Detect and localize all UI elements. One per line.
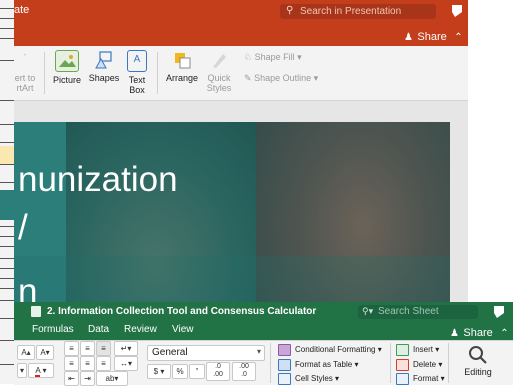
share-button[interactable]: ♟ Share ⌃ [404,27,464,43]
powerpoint-tab-bar: ♟ Share ⌃ [14,24,468,46]
slide-title-line1[interactable]: nunization [18,160,178,200]
text-box-icon: A [127,50,147,72]
shape-outline-button[interactable]: ✎ Shape Outline ▾ [244,73,318,84]
shapes-button[interactable]: Shapes [87,50,121,83]
excel-titlebar: 2. Information Collection Tool and Conse… [14,302,513,322]
excel-search-box[interactable]: ⚲▾ Search Sheet [358,305,478,319]
excel-ribbon: A▴ A▾ ▾ A ▾ ≡ ≡ ≡ ↵▾ ≡ ≡ ≡ ↔▾ ⇤ ⇥ ab▾ Ge… [14,340,513,386]
ribbon-divider [44,52,45,94]
tab-formulas[interactable]: Formulas [32,324,74,335]
arrange-icon [171,50,193,70]
quick-styles-button[interactable]: Quick Styles [204,50,234,93]
wrap-text-button[interactable]: ↵▾ [114,341,138,356]
decrease-decimal-button[interactable]: .00 .0 [232,362,256,381]
format-as-table-button[interactable]: Format as Table ▾ [278,359,358,371]
conditional-formatting-icon [278,344,291,356]
font-color-icon: A [35,366,41,377]
format-cells-button[interactable]: Format ▾ [396,373,445,385]
editing-button[interactable]: Editing [452,343,504,383]
picture-button[interactable]: Picture [50,50,84,85]
add-person-icon: ♟ [450,328,459,339]
font-color-button[interactable]: A ▾ [28,363,54,378]
ribbon-divider [448,343,449,383]
search-input[interactable]: Search in Presentation [300,6,401,17]
shape-fill-button[interactable]: ♘ Shape Fill ▾ [244,52,302,63]
tab-view[interactable]: View [172,324,194,335]
workbook-icon [31,306,41,317]
convert-to-smartart-button[interactable]: ‧ ert to rtArt [10,49,40,93]
align-top-button[interactable]: ≡ [64,341,79,356]
insert-cells-button[interactable]: Insert ▾ [396,344,439,356]
currency-format-button[interactable]: $ ▾ [147,364,171,379]
merge-center-button[interactable]: ↔▾ [114,356,138,371]
profile-icon[interactable] [492,305,506,319]
pen-icon: ✎ [244,73,252,83]
profile-icon[interactable] [450,4,464,18]
picture-icon [55,50,79,72]
excel-search-input[interactable]: Search Sheet [378,306,439,317]
search-icon: ⚲▾ [362,306,374,316]
number-format-dropdown[interactable]: General ▾ [147,345,265,361]
selected-thumbnail-teal[interactable] [0,190,14,220]
excel-tab-bar: Formulas Data Review View ♟ Share ⌃ [14,322,513,340]
align-middle-button[interactable]: ≡ [80,341,95,356]
align-right-button[interactable]: ≡ [96,356,111,371]
conditional-formatting-button[interactable]: Conditional Formatting ▾ [278,344,382,356]
text-box-button[interactable]: A Text Box [124,50,150,95]
search-icon: ⚲ [286,5,294,16]
cell-styles-button[interactable]: Cell Styles ▾ [278,373,339,385]
collapse-ribbon-icon[interactable]: ⌃ [500,328,508,339]
increase-font-button[interactable]: A▴ [17,345,35,360]
magnifier-icon [452,343,504,367]
ribbon-divider [270,343,271,383]
increase-decimal-button[interactable]: .0 .00 [206,362,230,381]
decrease-font-button[interactable]: A▾ [36,345,54,360]
tab-review[interactable]: Review [124,324,157,335]
excel-share-button[interactable]: ♟ Share ⌃ [450,323,512,339]
chevron-down-icon: ▾ [256,347,261,356]
tab-data[interactable]: Data [88,324,109,335]
percent-format-button[interactable]: % [172,364,188,379]
comma-style-button[interactable]: ’ [189,364,205,379]
align-bottom-button[interactable]: ≡ [96,341,111,356]
fill-color-dropdown[interactable]: ▾ [17,363,27,378]
slide-title-line2[interactable]: / [18,208,28,248]
format-cells-icon [396,373,409,385]
cell-styles-icon [278,373,291,385]
workbook-title: 2. Information Collection Tool and Conse… [47,306,317,317]
align-left-button[interactable]: ≡ [64,356,79,371]
add-person-icon: ♟ [404,32,413,43]
table-icon [278,359,291,371]
shapes-icon [93,50,115,70]
powerpoint-ribbon: ‧ ert to rtArt Picture Shapes A Text Box [14,46,468,101]
excel-window: 2. Information Collection Tool and Conse… [14,302,513,386]
ribbon-divider [157,52,158,94]
selected-thumbnail[interactable] [0,146,14,164]
paint-bucket-icon: ♘ [244,52,253,62]
insert-cells-icon [396,344,409,356]
search-box[interactable]: ⚲ Search in Presentation [280,4,436,19]
quick-styles-icon [208,50,230,70]
collapse-ribbon-icon[interactable]: ⌃ [454,32,462,43]
align-center-button[interactable]: ≡ [80,356,95,371]
delete-cells-button[interactable]: Delete ▾ [396,359,442,371]
arrange-button[interactable]: Arrange [162,50,202,83]
window-title: ate [14,4,30,16]
ribbon-divider [390,343,391,383]
powerpoint-titlebar: ate ⚲ Search in Presentation [14,0,468,24]
delete-cells-icon [396,359,409,371]
